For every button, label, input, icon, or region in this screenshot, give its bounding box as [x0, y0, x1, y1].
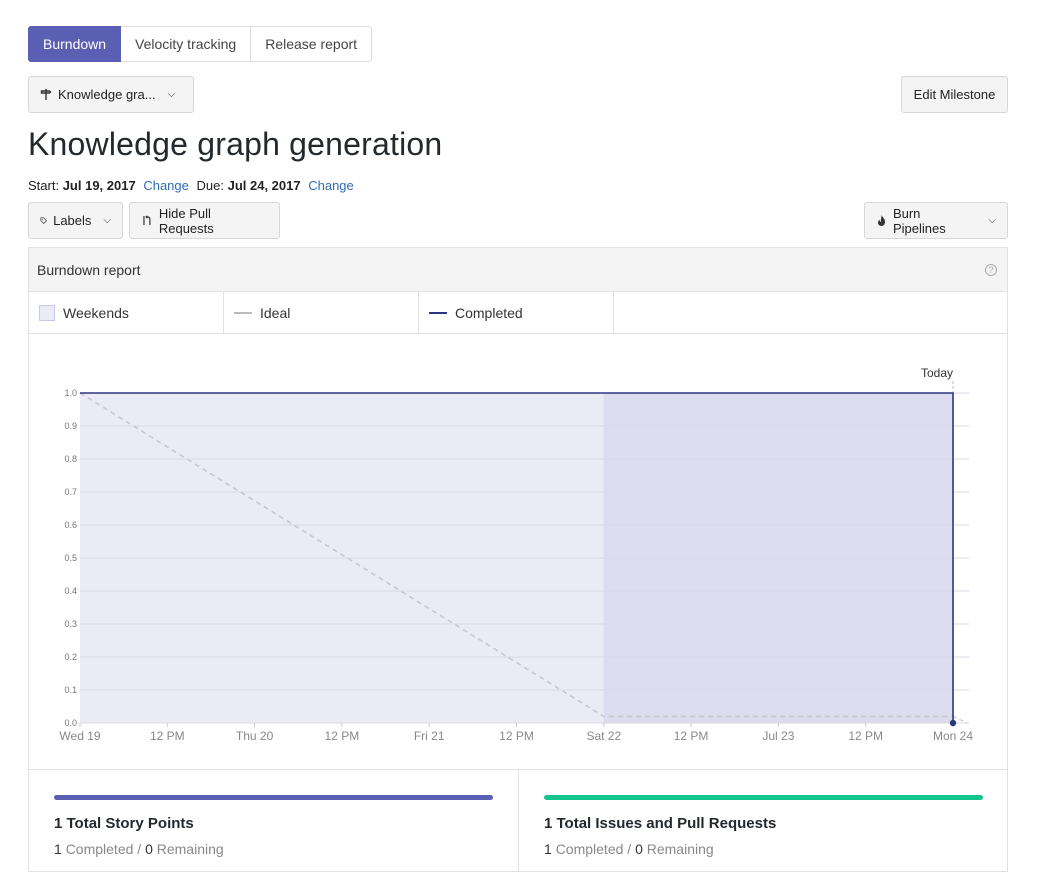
chart-legend: Weekends Ideal Completed — [29, 292, 1007, 334]
burndown-report-title: Burndown report — [37, 261, 141, 278]
completed-swatch — [429, 311, 447, 314]
y-tick-label: 0.0 — [64, 718, 77, 728]
x-tick-label: Mon 24 — [933, 729, 973, 743]
remaining-label: Remaining — [646, 841, 714, 857]
story-points-progress-bar — [54, 795, 493, 800]
issues-completed: 1 — [544, 841, 552, 857]
flame-icon — [877, 215, 886, 226]
change-start-link[interactable]: Change — [143, 178, 189, 193]
help-icon[interactable]: ? — [985, 263, 997, 276]
x-tick-label: Sat 22 — [586, 729, 621, 743]
remaining-label: Remaining — [156, 841, 224, 857]
y-tick-label: 0.3 — [64, 619, 77, 629]
change-due-link[interactable]: Change — [308, 178, 354, 193]
chevron-down-icon: ⌵ — [167, 89, 176, 100]
story-points-remaining: 0 — [145, 841, 153, 857]
edit-milestone-button[interactable]: Edit Milestone — [901, 76, 1008, 113]
story-points-title: 1 Total Story Points — [54, 815, 194, 832]
x-tick-label: 12 PM — [325, 729, 360, 743]
tab-burndown[interactable]: Burndown — [28, 26, 122, 62]
issues-title: 1 Total Issues and Pull Requests — [544, 815, 777, 832]
tab-release-report[interactable]: Release report — [251, 26, 373, 62]
x-tick-label: 12 PM — [150, 729, 185, 743]
y-tick-label: 0.9 — [64, 421, 77, 431]
milestone-dates: Start: Jul 19, 2017 Change Due: Jul 24, … — [28, 178, 358, 193]
y-tick-label: 0.7 — [64, 487, 77, 497]
x-tick-label: Jul 23 — [762, 729, 794, 743]
tab-velocity-tracking[interactable]: Velocity tracking — [121, 26, 252, 62]
milestone-select[interactable]: Knowledge gra... ⌵ — [28, 76, 194, 113]
labels-button[interactable]: Labels ⌵ — [28, 202, 123, 239]
x-tick-label: Fri 21 — [414, 729, 445, 743]
issues-progress-bar — [544, 795, 983, 800]
tag-icon — [40, 217, 48, 224]
start-label: Start: — [28, 178, 60, 193]
today-label: Today — [921, 366, 953, 380]
burndown-stats: 1 Total Story Points 1 Completed / 0 Rem… — [29, 769, 1007, 871]
story-points-completed: 1 — [54, 841, 62, 857]
ideal-swatch — [234, 311, 252, 314]
y-tick-label: 1.0 — [64, 388, 77, 398]
issues-remaining: 0 — [635, 841, 643, 857]
story-points-summary: 1 Completed / 0 Remaining — [54, 841, 493, 857]
hide-pull-requests-button[interactable]: Hide Pull Requests — [129, 202, 280, 239]
y-tick-label: 0.2 — [64, 652, 77, 662]
burndown-report-header: Burndown report ? — [29, 248, 1007, 292]
edit-milestone-label: Edit Milestone — [913, 87, 996, 102]
page-title: Knowledge graph generation — [28, 126, 443, 162]
due-date: Jul 24, 2017 — [227, 178, 301, 193]
legend-item-completed[interactable]: Completed — [419, 292, 614, 333]
x-tick-label: 12 PM — [674, 729, 709, 743]
legend-ideal-label: Ideal — [260, 304, 291, 321]
report-tabs: Burndown Velocity tracking Release repor… — [28, 26, 373, 62]
y-tick-label: 0.6 — [64, 520, 77, 530]
chevron-down-icon: ⌵ — [103, 215, 111, 226]
stat-issues-prs: 1 Total Issues and Pull Requests 1 Compl… — [518, 770, 1007, 871]
chevron-down-icon: ⌵ — [988, 215, 996, 226]
legend-completed-label: Completed — [455, 304, 523, 321]
burndown-chart: 0.0 0.1 0.2 0.3 0.4 0.5 0.6 0.7 0.8 0.9 1.0 Wed 19 1… — [29, 334, 1007, 769]
completed-label: Completed / — [555, 841, 632, 857]
pull-request-icon — [143, 215, 151, 225]
x-tick-label: Thu 20 — [236, 729, 274, 743]
burn-pipelines-button[interactable]: Burn Pipelines ⌵ — [864, 202, 1008, 239]
y-tick-label: 0.1 — [64, 685, 77, 695]
legend-weekends-label: Weekends — [63, 304, 129, 321]
stat-story-points: 1 Total Story Points 1 Completed / 0 Rem… — [29, 770, 518, 871]
hide-pull-requests-label: Hide Pull Requests — [158, 205, 214, 236]
x-tick-label: 12 PM — [848, 729, 883, 743]
burn-pipelines-label: Burn Pipelines — [892, 205, 946, 236]
completed-end-point — [949, 719, 957, 727]
y-tick-label: 0.4 — [64, 586, 77, 596]
start-date: Jul 19, 2017 — [62, 178, 136, 193]
labels-button-label: Labels — [53, 213, 92, 228]
x-tick-label: Wed 19 — [59, 729, 100, 743]
y-tick-label: 0.8 — [64, 454, 77, 464]
weekends-swatch — [39, 304, 55, 321]
issues-summary: 1 Completed / 0 Remaining — [544, 841, 982, 857]
legend-item-ideal[interactable]: Ideal — [224, 292, 419, 333]
y-tick-label: 0.5 — [64, 553, 77, 563]
milestone-select-label: Knowledge gra... — [58, 87, 156, 102]
x-tick-label: 12 PM — [499, 729, 534, 743]
due-label: Due: — [196, 178, 224, 193]
burndown-chart-svg: 0.0 0.1 0.2 0.3 0.4 0.5 0.6 0.7 0.8 0.9 1.0 Wed 19 1… — [59, 366, 973, 743]
burndown-report-panel: Burndown report ? Weekends Ideal Complet… — [28, 247, 1008, 872]
legend-item-weekends[interactable]: Weekends — [29, 292, 224, 333]
completed-label: Completed / — [65, 841, 142, 857]
milestone-icon — [40, 89, 52, 100]
